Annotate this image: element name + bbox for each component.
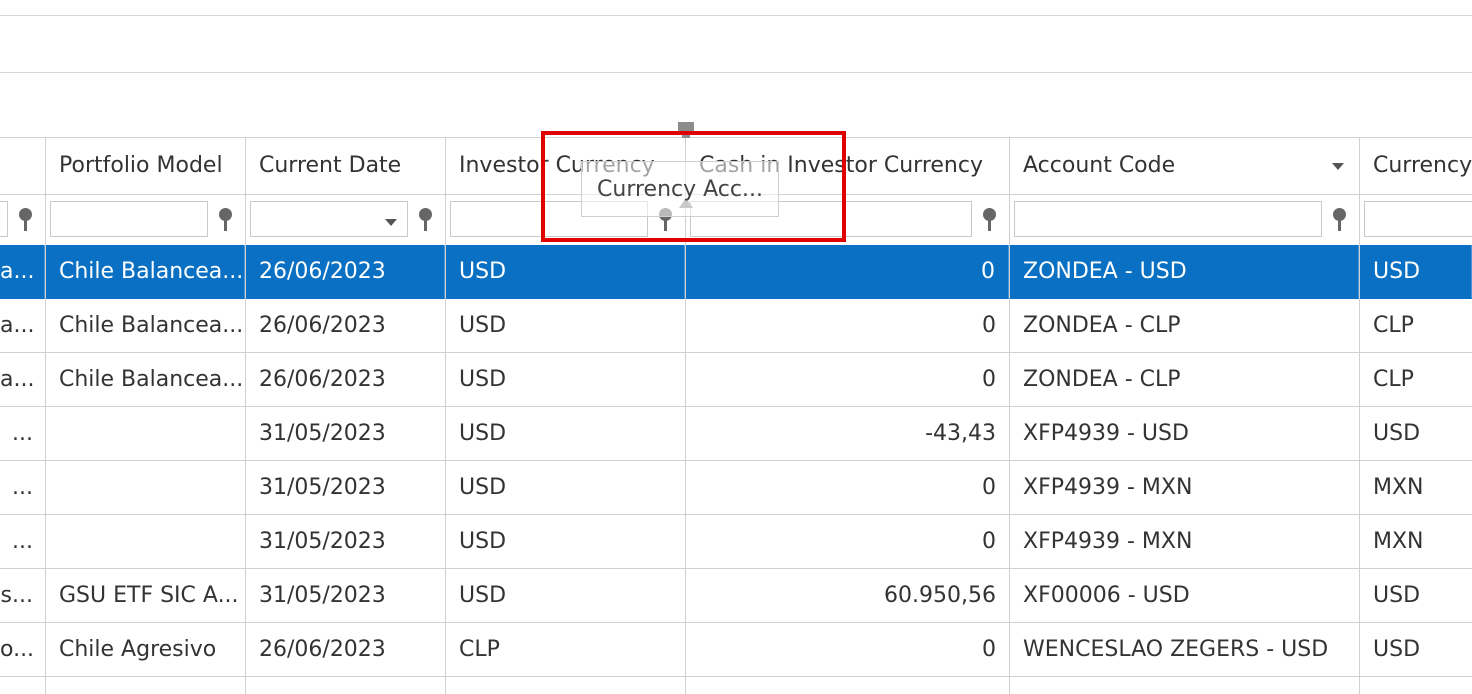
filter-input-account-code[interactable] (1014, 201, 1322, 237)
cell-portfolio-model[interactable]: Chile Balancea... (46, 299, 245, 352)
cell-current-date[interactable]: 31/05/2023 (246, 407, 445, 460)
toolbar-separator-top (0, 15, 1472, 16)
cell-portfolio-model[interactable]: GSU ETF SIC A... (46, 569, 245, 622)
filter-pin-icon[interactable] (416, 204, 436, 234)
cell-current-date[interactable]: 26/06/2023 (246, 623, 445, 676)
table-row[interactable]: ... 31/05/2023 USD 0 XFP4939 - MXN MXN (0, 461, 1472, 515)
cell-current-date[interactable]: 26/06/2023 (246, 245, 445, 298)
cell-account-code[interactable]: XFP4939 - MXN (1010, 515, 1359, 568)
filter-pin-icon[interactable] (980, 204, 1000, 234)
cell-c0[interactable]: a... (0, 353, 45, 406)
cell-cash-investor-currency[interactable]: 0 (686, 623, 1009, 676)
table-row[interactable]: a... Chile Balancea... 26/06/2023 USD 0 ZONDE… (0, 353, 1472, 407)
column-divider[interactable] (1359, 137, 1360, 694)
cell-portfolio-model[interactable] (46, 515, 245, 568)
cell-investor-currency[interactable]: USD (446, 353, 685, 406)
cell-c0[interactable]: ... (0, 407, 45, 460)
filter-input-current-date[interactable] (250, 201, 408, 237)
cell-c0[interactable]: a... (0, 299, 45, 352)
cell-current-date[interactable]: 31/05/2023 (246, 461, 445, 514)
cell-current-date[interactable]: 26/06/2023 (246, 353, 445, 406)
cell-currency[interactable]: USD (1360, 623, 1472, 676)
cell-portfolio-model[interactable] (46, 407, 245, 460)
cell-current-date[interactable]: 26/06/2023 (246, 299, 445, 352)
column-divider[interactable] (445, 137, 446, 694)
cell-cash-investor-currency[interactable]: 0 (686, 353, 1009, 406)
cell-currency[interactable]: USD (1360, 569, 1472, 622)
cell-investor-currency[interactable]: USD (446, 299, 685, 352)
cell-account-code[interactable]: XFP4939 - MXN (1010, 461, 1359, 514)
cell-account-code[interactable]: XF00006 - USD (1010, 569, 1359, 622)
cell-investor-currency[interactable]: USD (446, 407, 685, 460)
cell-cash-investor-currency[interactable]: 0 (686, 245, 1009, 298)
cell-cash-investor-currency[interactable]: -43,43 (686, 407, 1009, 460)
sort-desc-icon[interactable] (1332, 163, 1344, 170)
table-row[interactable]: ... 31/05/2023 USD -43,43 XFP4939 - USD USD (0, 407, 1472, 461)
cell-portfolio-model[interactable]: Chile Agresivo (46, 623, 245, 676)
cell-investor-currency[interactable]: CLP (446, 623, 685, 676)
cell-currency[interactable]: MXN (1360, 461, 1472, 514)
filter-input-portfolio-model[interactable] (50, 201, 208, 237)
cell-investor-currency[interactable]: USD (446, 245, 685, 298)
cell-portfolio-model[interactable] (46, 461, 245, 514)
filter-pin-icon[interactable] (16, 204, 36, 234)
cell-currency[interactable]: CLP (1360, 353, 1472, 406)
cell-investor-currency[interactable]: USD (446, 461, 685, 514)
column-header-current-date[interactable]: Current Date (246, 138, 445, 194)
cell-c0[interactable]: o... (0, 623, 45, 676)
cell-account-code[interactable]: WENCESLAO ZEGERS - USD (1010, 623, 1359, 676)
cell-cash-investor-currency[interactable]: 60.950,56 (686, 569, 1009, 622)
cell-cash-investor-currency[interactable]: 0 (686, 299, 1009, 352)
cell-currency[interactable]: MXN (1360, 515, 1472, 568)
cell-currency[interactable]: USD (1360, 407, 1472, 460)
toolbar-separator-bottom (0, 72, 1472, 73)
filter-pin-icon[interactable] (216, 204, 236, 234)
cell-c0[interactable]: ... (0, 461, 45, 514)
cell-currency[interactable]: CLP (1360, 299, 1472, 352)
filter-pin-icon[interactable] (1330, 204, 1350, 234)
column-divider[interactable] (245, 137, 246, 694)
filter-input-c0[interactable] (0, 201, 8, 237)
cell-current-date[interactable]: 31/05/2023 (246, 515, 445, 568)
column-header-account-code[interactable]: Account Code (1010, 138, 1359, 194)
column-header-currency[interactable]: Currency (1360, 138, 1472, 194)
table-row[interactable]: o... Chile Agresivo 26/06/2023 CLP 0 WENCESLA… (0, 623, 1472, 677)
table-row[interactable]: ... 31/05/2023 USD 0 XFP4939 - MXN MXN (0, 515, 1472, 569)
filter-input-currency[interactable] (1364, 201, 1472, 237)
cell-account-code[interactable]: XFP4939 - USD (1010, 407, 1359, 460)
cell-account-code[interactable]: ZONDEA - CLP (1010, 299, 1359, 352)
table-row[interactable]: s... GSU ETF SIC A... 31/05/2023 USD 60.950,… (0, 569, 1472, 623)
cell-account-code[interactable]: ZONDEA - CLP (1010, 353, 1359, 406)
column-divider[interactable] (1009, 137, 1010, 694)
cell-c0[interactable]: s... (0, 569, 45, 622)
table-row[interactable]: a... Chile Balancea... 26/06/2023 USD 0 ZONDE… (0, 299, 1472, 353)
table-row[interactable]: a... Chile Balancea... 26/06/2023 USD 0 ZONDE… (0, 245, 1472, 299)
cell-investor-currency[interactable]: USD (446, 515, 685, 568)
cell-cash-investor-currency[interactable]: 0 (686, 515, 1009, 568)
cell-portfolio-model[interactable]: Chile Balancea... (46, 353, 245, 406)
cell-c0[interactable]: ... (0, 515, 45, 568)
column-header-c0[interactable] (0, 138, 45, 194)
cell-investor-currency[interactable]: USD (446, 569, 685, 622)
cell-portfolio-model[interactable]: Chile Balancea... (46, 245, 245, 298)
cell-account-code[interactable]: ZONDEA - USD (1010, 245, 1359, 298)
annotation-highlight-box (541, 131, 846, 242)
column-header-portfolio-model[interactable]: Portfolio Model (46, 138, 245, 194)
dropdown-arrow-icon[interactable] (385, 219, 397, 226)
cell-currency[interactable]: USD (1360, 245, 1472, 298)
column-divider[interactable] (45, 137, 46, 694)
cell-c0[interactable]: a... (0, 245, 45, 298)
cell-current-date[interactable]: 31/05/2023 (246, 569, 445, 622)
cell-cash-investor-currency[interactable]: 0 (686, 461, 1009, 514)
